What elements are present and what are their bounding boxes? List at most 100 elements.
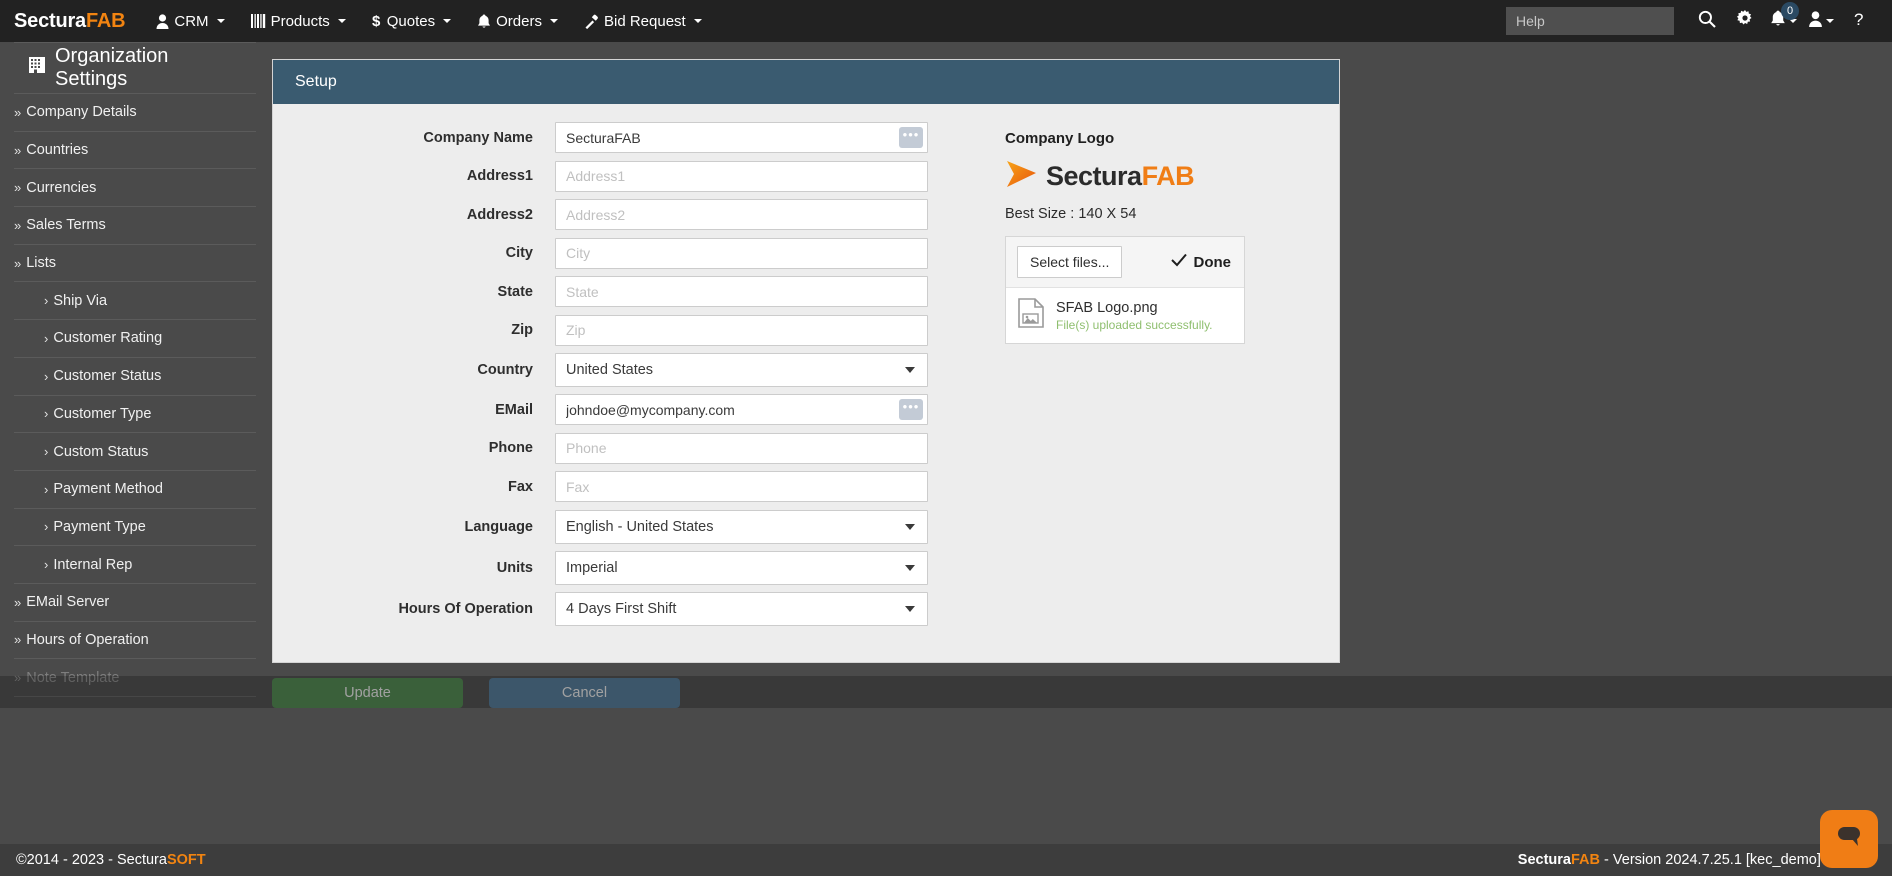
state-input[interactable] (555, 276, 928, 307)
sidebar-item-label: Countries (26, 142, 88, 158)
nav-label-products: Products (271, 13, 330, 30)
panel-header: Setup (273, 60, 1339, 104)
uploaded-file-row: SFAB Logo.png File(s) uploaded successfu… (1006, 287, 1244, 343)
units-select[interactable]: Imperial (555, 551, 928, 585)
company-logo-panel: Company Logo SecturaFAB Best Size : 140 … (963, 122, 1339, 664)
select-files-button[interactable]: Select files... (1017, 246, 1122, 278)
account-button[interactable] (1802, 0, 1840, 42)
nav-menu-orders[interactable]: Orders (464, 0, 571, 42)
sidebar-item-label: Note Template (26, 670, 119, 686)
field-label: Company Name (273, 130, 555, 146)
sidebar-nav-list: »Company Details»Countries»Currencies»Sa… (0, 94, 264, 697)
double-chevron-right-icon: » (14, 143, 21, 158)
sidebar-item-label: Sales Terms (26, 217, 106, 233)
form-row: Hours Of Operation4 Days First Shift (273, 592, 963, 626)
email-more-options-button[interactable]: ••• (899, 399, 923, 420)
sidebar-item-label: Customer Type (53, 406, 151, 422)
country-select[interactable]: United States (555, 353, 928, 387)
chevron-down-icon (217, 19, 225, 23)
sidebar-item-customer-rating[interactable]: ›Customer Rating (14, 320, 256, 358)
sidebar-title: Organization Settings (14, 42, 256, 94)
nav-menu-crm[interactable]: CRM (143, 0, 237, 42)
page-footer: ©2014 - 2023 - SecturaSOFT SecturaFAB - … (0, 844, 1892, 876)
sidebar: Organization Settings »Company Details»C… (0, 42, 264, 876)
nav-label-quotes: Quotes (387, 13, 435, 30)
field-label: Country (273, 362, 555, 378)
notifications-button[interactable]: 0 (1764, 0, 1802, 42)
sidebar-item-hours-of-operation[interactable]: »Hours of Operation (14, 622, 256, 660)
field-label: Address1 (273, 168, 555, 184)
company-name-more-options-button[interactable]: ••• (899, 127, 923, 148)
field-control (555, 276, 928, 307)
brand-suffix: FAB (86, 10, 125, 32)
company-logo-image: SecturaFAB (1005, 159, 1339, 194)
sidebar-title-label: Organization Settings (55, 45, 242, 91)
copyright-label: ©2014 - 2023 - Sectura (16, 852, 167, 868)
setup-form: Company Name•••Address1Address2CityState… (273, 122, 963, 664)
chevron-right-icon: › (44, 293, 48, 308)
sidebar-item-internal-rep[interactable]: ›Internal Rep (14, 546, 256, 584)
sidebar-item-note-template[interactable]: » Note Template (14, 659, 256, 697)
upload-status-text: File(s) uploaded successfully. (1056, 318, 1213, 332)
done-button[interactable]: Done (1171, 253, 1232, 271)
user-icon (156, 14, 169, 29)
field-control (555, 315, 928, 346)
form-row: Address2 (273, 199, 963, 230)
settings-button[interactable] (1726, 0, 1764, 42)
hammer-icon (584, 14, 599, 29)
chevron-down-icon (338, 19, 346, 23)
language-select[interactable]: English - United States (555, 510, 928, 544)
nav-menu-bid-request[interactable]: Bid Request (571, 0, 715, 42)
gear-icon (1736, 10, 1754, 33)
hours-of-operation-select[interactable]: 4 Days First Shift (555, 592, 928, 626)
chat-widget-button[interactable] (1820, 810, 1878, 868)
phone-input[interactable] (555, 433, 928, 464)
version-brand-prefix: Sectura (1518, 852, 1571, 868)
form-row: UnitsImperial (273, 551, 963, 585)
update-button[interactable]: Update (272, 678, 463, 708)
double-chevron-right-icon: » (14, 670, 21, 685)
email-input[interactable] (555, 394, 928, 425)
address1-input[interactable] (555, 161, 928, 192)
search-button[interactable] (1688, 0, 1726, 42)
address2-input[interactable] (555, 199, 928, 230)
field-control (555, 199, 928, 230)
sidebar-item-lists[interactable]: »Lists (14, 245, 256, 283)
form-row: Zip (273, 315, 963, 346)
sidebar-item-currencies[interactable]: »Currencies (14, 169, 256, 207)
field-label: EMail (273, 402, 555, 418)
fax-input[interactable] (555, 471, 928, 502)
brand-logo[interactable]: SecturaFAB (0, 10, 143, 33)
nav-menu-quotes[interactable]: $ Quotes (359, 0, 464, 42)
form-row: Phone (273, 433, 963, 464)
nav-menu-products[interactable]: Products (238, 0, 359, 42)
company-name-input[interactable] (555, 122, 928, 153)
search-icon (1698, 10, 1716, 33)
svg-text:$: $ (372, 13, 381, 29)
sidebar-item-label: EMail Server (26, 594, 109, 610)
chevron-right-icon: › (44, 519, 48, 534)
sidebar-item-email-server[interactable]: »EMail Server (14, 584, 256, 622)
sidebar-item-customer-status[interactable]: ›Customer Status (14, 358, 256, 396)
sidebar-item-countries[interactable]: » Countries (14, 132, 256, 170)
form-row: CountryUnited States (273, 353, 963, 387)
form-row: Company Name ••• (273, 122, 963, 153)
zip-input[interactable] (555, 315, 928, 346)
nav-label-bid-request: Bid Request (604, 13, 686, 30)
sidebar-item-custom-status[interactable]: ›Custom Status (14, 433, 256, 471)
sidebar-item-ship-via[interactable]: ›Ship Via (14, 282, 256, 320)
city-input[interactable] (555, 238, 928, 269)
help-input[interactable] (1506, 7, 1674, 35)
sidebar-item-company-details[interactable]: »Company Details (14, 94, 256, 132)
uploaded-file-info: SFAB Logo.png File(s) uploaded successfu… (1056, 299, 1213, 331)
sidebar-item-payment-type[interactable]: ›Payment Type (14, 509, 256, 547)
help-button[interactable]: ? (1840, 0, 1878, 42)
form-actions: Update Cancel (272, 678, 1340, 712)
arrow-logo-icon (1005, 159, 1038, 194)
sidebar-item-customer-type[interactable]: ›Customer Type (14, 396, 256, 434)
brand-prefix: Sectura (14, 10, 86, 32)
sidebar-item-payment-method[interactable]: ›Payment Method (14, 471, 256, 509)
sidebar-item-sales-terms[interactable]: »Sales Terms (14, 207, 256, 245)
field-label: State (273, 284, 555, 300)
cancel-button[interactable]: Cancel (489, 678, 680, 708)
